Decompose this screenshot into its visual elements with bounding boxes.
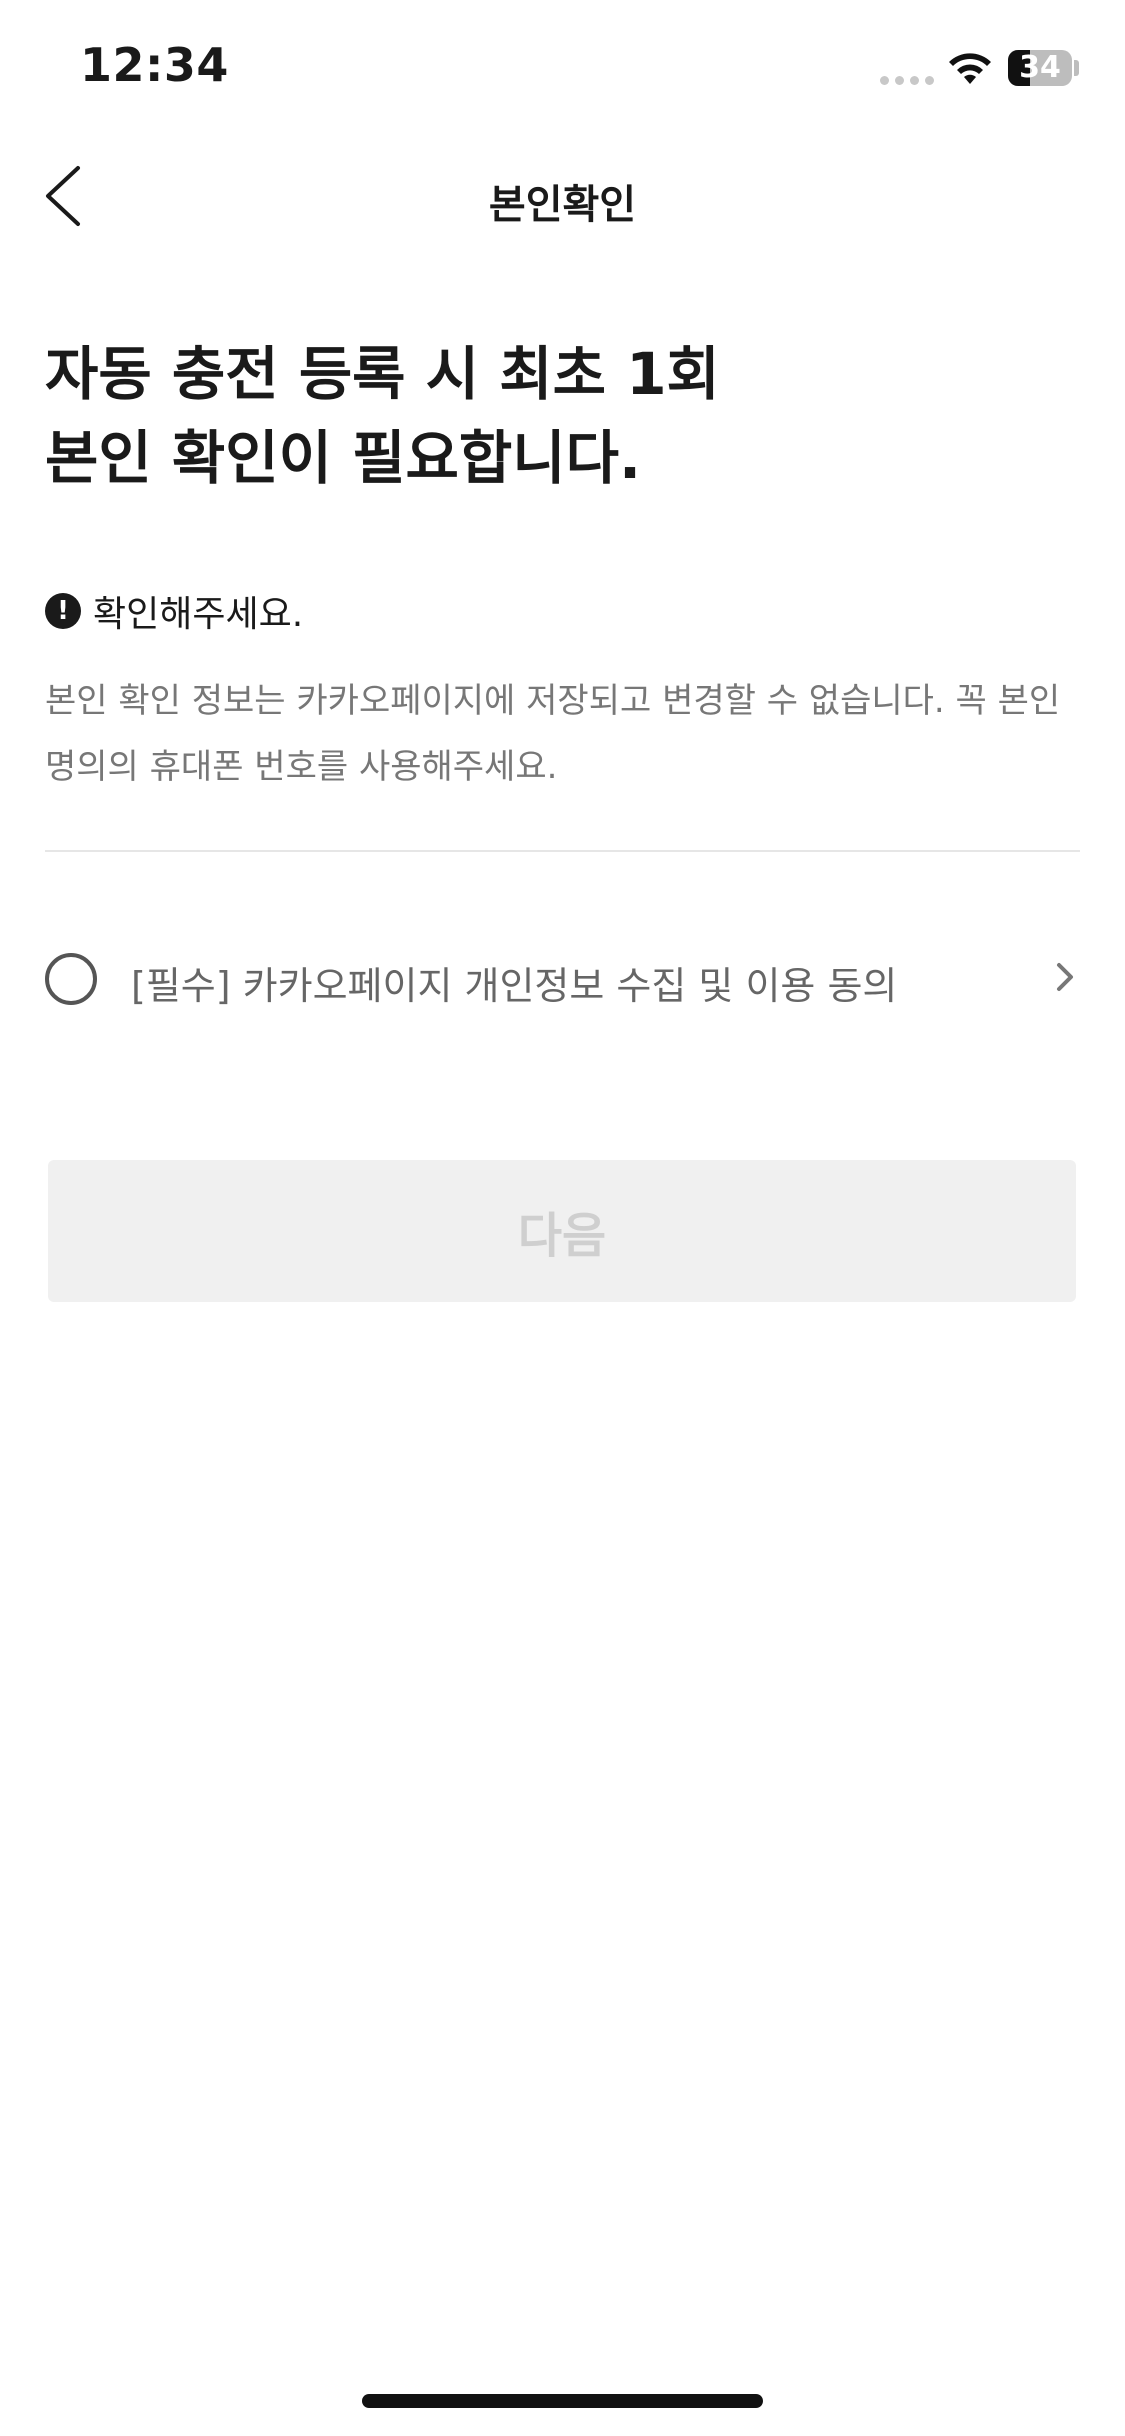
notice-header: ! 확인해주세요. [45,585,303,637]
headline-line-1: 자동 충전 등록 시 최초 1회 [45,340,720,408]
headline-line-2: 본인 확인이 필요합니다. [45,424,642,492]
notice-title: 확인해주세요. [93,594,304,635]
status-time: 12:34 [80,38,229,92]
agreement-label: [필수] 카카오페이지 개인정보 수집 및 이용 동의 [131,964,898,1008]
notice-description: 본인 확인 정보는 카카오페이지에 저장되고 변경할 수 없습니다. 꼭 본인 … [45,681,1061,787]
agreement-checkbox[interactable] [45,953,97,1005]
page-title: 본인확인 [488,182,637,228]
signal-dots-icon [880,76,934,85]
headline: 자동 충전 등록 시 최초 1회 본인 확인이 필요합니다. [45,332,1085,500]
wifi-icon [949,53,991,84]
next-button[interactable]: 다음 [48,1160,1076,1302]
status-bar: 12:34 34 [0,0,1125,140]
battery-icon: 34 [1008,50,1072,86]
agreement-row[interactable]: [필수] 카카오페이지 개인정보 수집 및 이용 동의 [45,945,1085,1015]
exclamation-circle-icon: ! [45,593,81,629]
home-indicator[interactable] [362,2394,763,2408]
chevron-right-icon[interactable] [1045,945,1085,1005]
divider [45,850,1080,852]
battery-nub [1074,60,1079,76]
battery-level: 34 [1019,50,1061,85]
